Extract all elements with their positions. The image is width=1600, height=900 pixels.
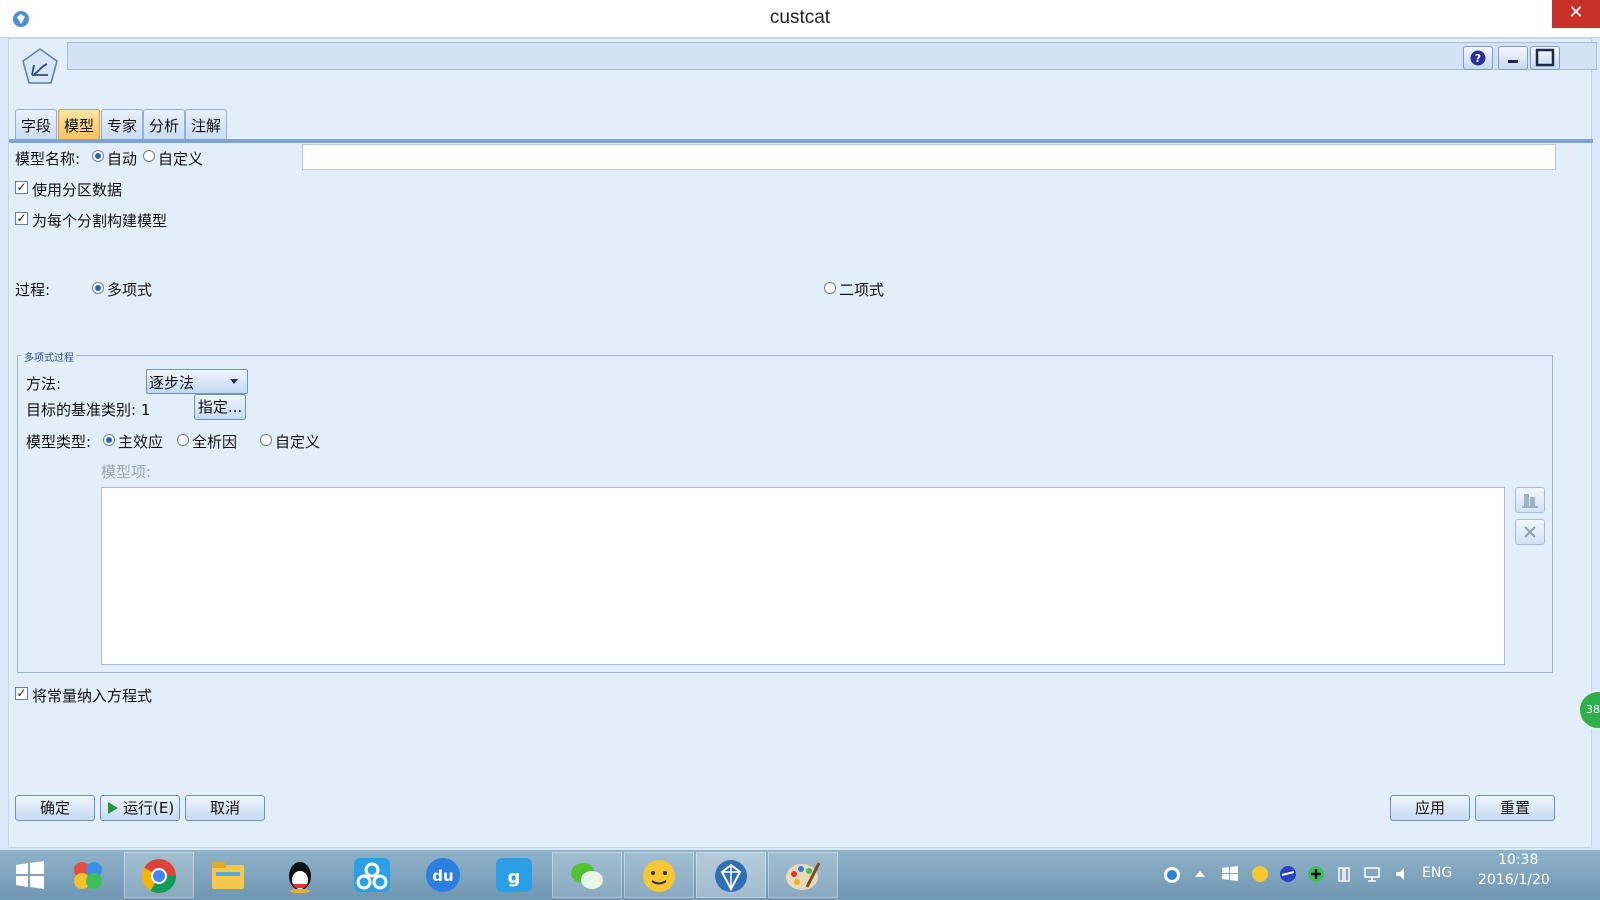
clock-time[interactable]: 10:38: [1498, 852, 1538, 868]
include-constant-label: 将常量纳入方程式: [32, 687, 153, 705]
use-partition-label: 使用分区数据: [32, 181, 123, 199]
emoji-tray-icon[interactable]: [1250, 864, 1270, 884]
network-icon[interactable]: [1362, 864, 1382, 884]
method-label: 方法:: [26, 375, 62, 393]
tab-annotations[interactable]: 注解: [185, 109, 227, 139]
baidu-du-icon[interactable]: du: [423, 856, 463, 894]
logistic-node-icon: [22, 48, 58, 84]
maximize-button[interactable]: [1530, 46, 1560, 70]
run-button-label: 运行(E): [123, 799, 175, 817]
app-icon[interactable]: [68, 856, 108, 894]
method-value: 逐步法: [149, 374, 195, 392]
help-icon: ?: [1470, 50, 1486, 66]
svg-text:g: g: [508, 867, 521, 888]
qq-icon[interactable]: [280, 856, 320, 894]
dialog-frame: ? 字段 模型 专家 分析 注解 模型名称: 自动 自定义 ✓ 使用分区数据 ✓…: [8, 38, 1597, 848]
procedure-label: 过程:: [15, 281, 51, 299]
tab-analyze[interactable]: 分析: [143, 109, 185, 139]
taskbar-slot-paint[interactable]: [768, 852, 838, 898]
model-name-auto-radio[interactable]: [92, 150, 104, 162]
tab-divider: [9, 139, 1593, 143]
procedure-binomial-label: 二项式: [839, 281, 885, 299]
minimize-icon: [1508, 60, 1518, 63]
run-button[interactable]: 运行(E): [100, 795, 180, 821]
base-category-label: 目标的基准类别: 1: [26, 401, 151, 419]
play-icon: [108, 802, 118, 814]
model-type-custom-radio[interactable]: [260, 434, 272, 446]
paint-icon: [786, 862, 821, 890]
cloud-icon[interactable]: [352, 856, 392, 894]
network-status-icon[interactable]: [1162, 865, 1182, 885]
model-type-full-radio[interactable]: [177, 434, 189, 446]
close-button[interactable]: ✕: [1552, 0, 1600, 28]
window-titlebar: custcat ✕: [0, 0, 1600, 38]
build-per-split-checkbox[interactable]: ✓: [15, 212, 28, 225]
group-title: 多项式过程: [22, 349, 76, 364]
build-per-split-label: 为每个分割构建模型: [32, 212, 168, 230]
procedure-binomial-radio[interactable]: [824, 282, 836, 294]
taskbar-slot-spss[interactable]: [696, 852, 766, 898]
battery-icon[interactable]: [1334, 864, 1354, 884]
spss-modeler-icon: [715, 860, 747, 892]
cancel-button[interactable]: 取消: [185, 795, 265, 821]
taskbar-slot-chrome[interactable]: [124, 852, 194, 898]
security-tray-icon[interactable]: [1306, 864, 1326, 884]
help-button[interactable]: ?: [1463, 46, 1493, 70]
model-name-label: 模型名称:: [15, 150, 81, 168]
emoji-app-icon: [643, 860, 675, 892]
minimize-button[interactable]: [1498, 46, 1528, 70]
add-terms-button[interactable]: [1515, 487, 1545, 513]
procedure-multinomial-radio[interactable]: [92, 282, 104, 294]
add-terms-icon: [1522, 494, 1538, 508]
start-icon[interactable]: [10, 856, 50, 894]
window-title: custcat: [769, 7, 831, 28]
volume-icon[interactable]: [1392, 864, 1412, 884]
taskbar-slot-emoji[interactable]: [624, 852, 694, 898]
model-type-main-radio[interactable]: [103, 434, 115, 446]
maximize-icon: [1535, 48, 1555, 67]
model-type-label: 模型类型:: [26, 433, 92, 451]
model-type-main-label: 主效应: [118, 433, 164, 451]
svg-text:du: du: [432, 867, 453, 885]
language-indicator[interactable]: ENG: [1422, 865, 1452, 881]
windows-icon[interactable]: [1220, 864, 1240, 884]
app-icon[interactable]: g: [494, 856, 534, 894]
delete-icon: [1524, 526, 1536, 538]
ok-button[interactable]: 确定: [15, 795, 95, 821]
model-type-custom-label: 自定义: [275, 433, 321, 451]
taskbar-slot-wechat[interactable]: [552, 852, 622, 898]
taskbar: du g ENG 10:38 2016/1/20: [0, 850, 1600, 900]
remove-terms-button[interactable]: [1515, 519, 1545, 545]
svg-text:?: ?: [1475, 52, 1481, 65]
wechat-icon: [571, 863, 603, 889]
use-partition-checkbox[interactable]: ✓: [15, 181, 28, 194]
sync-tray-icon[interactable]: [1278, 864, 1298, 884]
model-terms-list[interactable]: [101, 487, 1505, 665]
file-explorer-icon[interactable]: [208, 856, 248, 894]
node-name-bar: ?: [67, 42, 1597, 70]
model-name-auto-label: 自动: [107, 150, 138, 168]
chevron-up-icon[interactable]: [1194, 868, 1206, 880]
chevron-down-icon: [230, 379, 238, 384]
specify-button[interactable]: 指定...: [194, 394, 246, 420]
model-name-input[interactable]: [302, 144, 1556, 170]
clock-date[interactable]: 2016/1/20: [1478, 872, 1550, 888]
tab-expert[interactable]: 专家: [101, 109, 143, 139]
model-terms-label: 模型项:: [101, 463, 152, 481]
tab-model[interactable]: 模型: [58, 109, 100, 139]
model-name-custom-radio[interactable]: [143, 150, 155, 162]
apply-button[interactable]: 应用: [1390, 795, 1470, 821]
chrome-icon: [141, 859, 176, 893]
reset-button[interactable]: 重置: [1475, 795, 1555, 821]
procedure-multinomial-label: 多项式: [107, 281, 153, 299]
model-type-full-label: 全析因: [192, 433, 238, 451]
include-constant-checkbox[interactable]: ✓: [15, 687, 28, 700]
model-name-custom-label: 自定义: [158, 150, 204, 168]
tab-fields[interactable]: 字段: [15, 109, 57, 139]
method-dropdown[interactable]: 逐步法: [146, 369, 248, 394]
